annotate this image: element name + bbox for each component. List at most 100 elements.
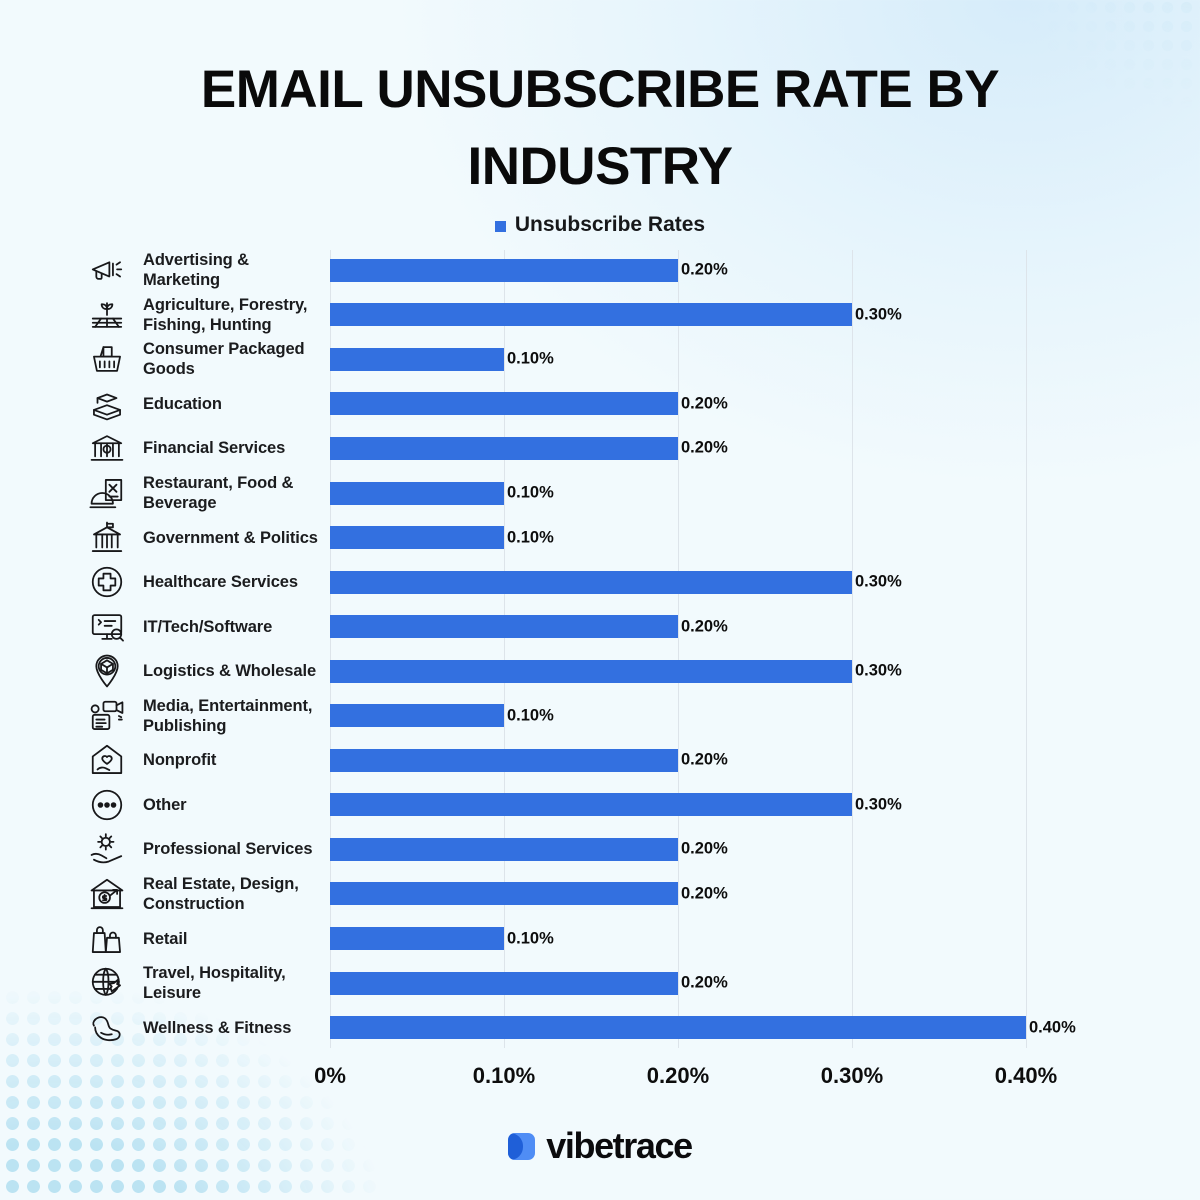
video-camera-icon [86, 695, 128, 737]
bar-value-label: 0.20% [681, 750, 728, 769]
page-title: EMAIL UNSUBSCRIBE RATE BY INDUSTRY [200, 60, 1000, 196]
category-label: Wellness & Fitness [143, 1018, 292, 1037]
chart-row: Education 0.20% [0, 382, 1200, 427]
chart-row: Restaurant, Food & Beverage 0.10% [0, 471, 1200, 516]
chart-row: Wellness & Fitness 0.40% [0, 1005, 1200, 1050]
chart-row: Media, Entertainment, Publishing 0.10% [0, 694, 1200, 739]
category-label: Financial Services [143, 439, 286, 458]
bar-value-label: 0.20% [681, 260, 728, 279]
chart-row: Nonprofit 0.20% [0, 738, 1200, 783]
category-label: Other [143, 795, 187, 814]
bar-value-label: 0.10% [507, 483, 554, 502]
chart-legend: Unsubscribe Rates [0, 213, 1200, 237]
restaurant-menu-icon [86, 472, 128, 514]
bar-value-label: 0.10% [507, 349, 554, 368]
chart-row: Advertising & Marketing 0.20% [0, 248, 1200, 293]
bar-value-label: 0.30% [855, 572, 902, 591]
chart-row: Logistics & Wholesale 0.30% [0, 649, 1200, 694]
category-label: Education [143, 394, 222, 413]
category-label: IT/Tech/Software [143, 617, 273, 636]
category-label: Advertising & Marketing [143, 251, 249, 290]
graduation-books-icon [86, 383, 128, 425]
vibetrace-logo-icon [508, 1132, 536, 1160]
category-label: Consumer Packaged Goods [143, 340, 305, 379]
bar-value-label: 0.10% [507, 929, 554, 948]
bar-value-label: 0.20% [681, 973, 728, 992]
bar [330, 882, 678, 906]
category-label: Real Estate, Design, Construction [143, 874, 299, 913]
chart-row: Travel, Hospitality, Leisure 0.20% [0, 961, 1200, 1006]
chart-row: IT/Tech/Software 0.20% [0, 604, 1200, 649]
house-dollar-icon [86, 873, 128, 915]
megaphone-icon [86, 249, 128, 291]
bar [330, 570, 852, 594]
chart-row: Other 0.30% [0, 783, 1200, 828]
bar [330, 526, 504, 550]
chart-row: Financial Services 0.20% [0, 426, 1200, 471]
x-axis-tick-label: 0.40% [994, 1063, 1058, 1088]
bar-value-label: 0.20% [681, 839, 728, 858]
computer-monitor-icon [86, 606, 128, 648]
chart-row: Consumer Packaged Goods 0.10% [0, 337, 1200, 382]
bar-value-label: 0.30% [855, 305, 902, 324]
x-axis-tick-label: 0.10% [472, 1063, 536, 1088]
bar [330, 258, 678, 282]
bar [330, 927, 504, 951]
ellipsis-circle-icon [86, 784, 128, 826]
house-heart-hand-icon [86, 739, 128, 781]
x-axis-tick-label: 0.30% [820, 1063, 884, 1088]
gear-hand-icon [86, 828, 128, 870]
category-label: Nonprofit [143, 751, 217, 770]
bar-value-label: 0.40% [1029, 1018, 1076, 1037]
medical-cross-icon [86, 561, 128, 603]
bar [330, 748, 678, 772]
legend-label: Unsubscribe Rates [514, 213, 706, 236]
bar-value-label: 0.20% [681, 884, 728, 903]
bar-value-label: 0.10% [507, 706, 554, 725]
bar [330, 659, 852, 683]
x-axis-tick-label: 0% [314, 1063, 346, 1088]
category-label: Agriculture, Forestry, Fishing, Hunting [143, 295, 308, 334]
chart-rows: Advertising & Marketing 0.20% Agriculture,… [0, 248, 1200, 1048]
chart-row: Healthcare Services 0.30% [0, 560, 1200, 605]
bar-value-label: 0.20% [681, 394, 728, 413]
package-pin-icon [86, 650, 128, 692]
category-label: Restaurant, Food & Beverage [143, 473, 294, 513]
x-axis-tick-label: 0.20% [646, 1063, 710, 1088]
legend-swatch-icon [494, 220, 506, 232]
category-label: Healthcare Services [143, 573, 298, 592]
category-label: Retail [143, 929, 188, 948]
category-label: Travel, Hospitality, Leisure [143, 963, 286, 1003]
category-label: Professional Services [143, 840, 313, 859]
bar [330, 347, 504, 371]
category-label: Government & Politics [143, 528, 318, 547]
chart-row: Agriculture, Forestry, Fishing, Hunting 0… [0, 293, 1200, 338]
chart-row: Professional Services 0.20% [0, 827, 1200, 872]
footer-logo: vibetrace [0, 1125, 1200, 1167]
plant-field-icon [86, 294, 128, 336]
brand-name: vibetrace [546, 1125, 693, 1166]
category-label: Media, Entertainment, Publishing [143, 696, 313, 735]
category-label: Logistics & Wholesale [143, 662, 317, 681]
bar [330, 1016, 1026, 1040]
bank-icon [86, 427, 128, 469]
bar [330, 436, 678, 460]
bar [330, 392, 678, 416]
bar [330, 837, 678, 861]
shopping-bags-icon [86, 918, 128, 960]
bar-value-label: 0.30% [855, 795, 902, 814]
globe-plane-icon [86, 962, 128, 1004]
bar [330, 481, 504, 505]
bar-value-label: 0.10% [507, 528, 554, 547]
chart-row: Real Estate, Design, Construction 0.20% [0, 872, 1200, 917]
bar-value-label: 0.30% [855, 661, 902, 680]
shopping-basket-icon [86, 338, 128, 380]
bar [330, 615, 678, 639]
bar-value-label: 0.20% [681, 438, 728, 457]
bar [330, 303, 852, 327]
bar-chart: Advertising & Marketing 0.20% Agriculture,… [0, 248, 1200, 1048]
bar [330, 793, 852, 817]
bar [330, 971, 678, 995]
flexed-arm-icon [86, 1007, 128, 1049]
capitol-building-icon [86, 517, 128, 559]
